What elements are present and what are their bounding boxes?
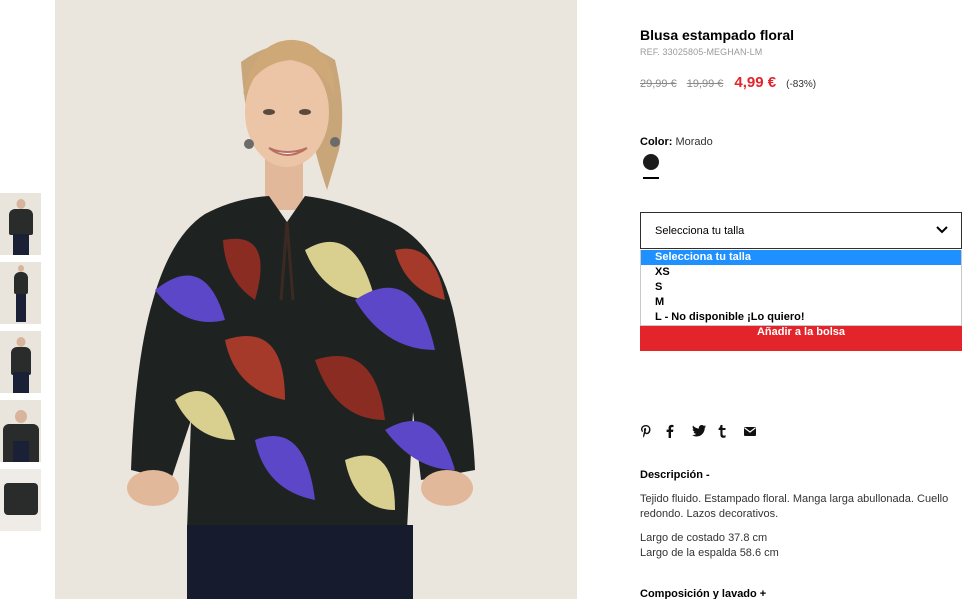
thumbnail-2[interactable]: [0, 262, 41, 324]
share-icons: [640, 423, 770, 439]
size-option[interactable]: S: [641, 280, 961, 295]
size-select[interactable]: Selecciona tu talla: [640, 212, 962, 249]
thumbnail-strip: [0, 193, 41, 538]
product-reference: REF. 33025805-MEGHAN-LM: [640, 47, 763, 57]
size-dropdown-list: Selecciona tu talla XS S M L - No dispon…: [640, 250, 962, 326]
thumbnail-5[interactable]: [0, 469, 41, 531]
size-option[interactable]: XS: [641, 265, 961, 280]
color-value: Morado: [675, 136, 713, 148]
thumbnail-4[interactable]: [0, 400, 41, 462]
swatch-selected-indicator: [643, 177, 659, 179]
price-current: 4,99 €: [734, 74, 777, 91]
color-label: Color:: [640, 136, 673, 148]
product-title: Blusa estampado floral: [640, 27, 795, 43]
facebook-icon[interactable]: [666, 423, 692, 439]
thumbnail-figure: [10, 347, 31, 375]
price-original: 29,99 €: [640, 78, 677, 90]
thumbnail-figure: [15, 294, 26, 322]
size-option[interactable]: L - No disponible ¡Lo quiero!: [641, 310, 961, 325]
measure-back-length: Largo de la espalda 58.6 cm: [640, 547, 779, 559]
thumbnail-figure: [12, 234, 29, 255]
pinterest-icon[interactable]: [640, 423, 666, 439]
chevron-down-icon: [936, 226, 948, 234]
color-swatch[interactable]: [643, 154, 659, 170]
description-text: Tejido fluido. Estampado floral. Manga l…: [640, 493, 949, 520]
product-main-image[interactable]: [55, 0, 577, 599]
thumbnail-figure: [12, 372, 29, 393]
discount-badge: (-83%): [786, 79, 817, 90]
measure-side-length: Largo de costado 37.8 cm: [640, 532, 768, 544]
size-option[interactable]: Selecciona tu talla: [641, 250, 961, 265]
thumbnail-figure: [16, 337, 25, 347]
size-option[interactable]: M: [641, 295, 961, 310]
thumbnail-figure: [17, 265, 24, 272]
tumblr-icon[interactable]: [718, 423, 744, 439]
measurements: Largo de costado 37.8 cm Largo de la esp…: [640, 531, 779, 561]
model-illustration: [127, 39, 475, 599]
price-row: 29,99 € 19,99 € 4,99 € (-83%): [640, 74, 816, 91]
thumbnail-figure: [3, 483, 38, 515]
email-icon[interactable]: [744, 423, 770, 439]
thumbnail-figure: [16, 199, 25, 209]
thumbnail-1[interactable]: [0, 193, 41, 255]
thumbnail-figure: [13, 272, 28, 294]
composition-heading[interactable]: Composición y lavado +: [640, 588, 766, 599]
price-previous: 19,99 €: [686, 78, 724, 90]
size-select-value: Selecciona tu talla: [655, 225, 745, 237]
thumbnail-figure: [12, 441, 29, 462]
thumbnail-figure: [8, 209, 33, 235]
add-to-bag-button[interactable]: Añadir a la bolsa: [640, 326, 962, 351]
color-row: Color: Morado: [640, 136, 713, 148]
description-heading[interactable]: Descripción -: [640, 469, 710, 481]
thumbnail-figure: [14, 410, 27, 423]
thumbnail-3[interactable]: [0, 331, 41, 393]
twitter-icon[interactable]: [692, 423, 718, 439]
